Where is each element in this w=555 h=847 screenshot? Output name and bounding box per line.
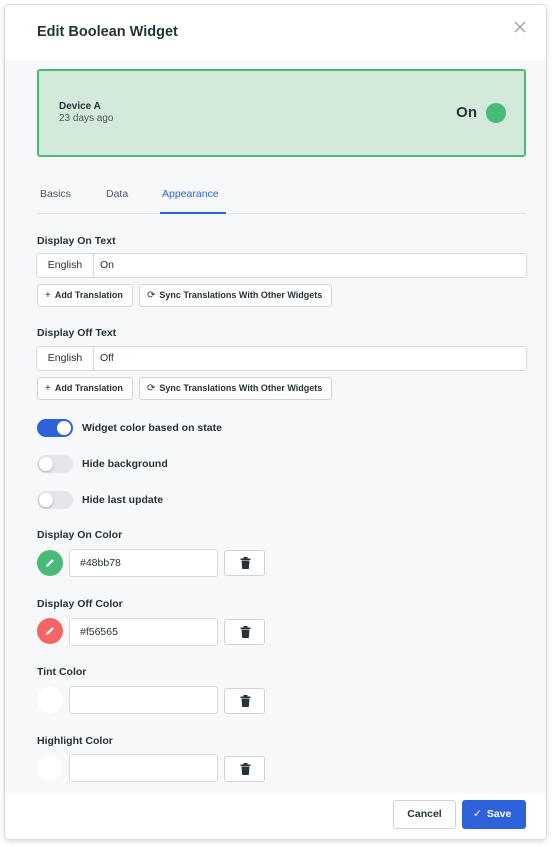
trash-icon [240,557,251,569]
off-sync-translations-button[interactable]: ⟳ Sync Translations With Other Widgets [139,377,332,400]
pencil-icon [46,627,54,635]
preview-device-name: Device A [59,101,101,112]
highlight-color-swatch[interactable] [37,755,63,781]
toggle-hide-last-update[interactable] [37,491,73,509]
trash-icon [240,695,251,707]
on-color-label: Display On Color [37,529,123,541]
toggle-hide-last-update-label: Hide last update [82,494,164,506]
toggle-knob [39,493,53,507]
toggle-hide-background[interactable] [37,455,73,473]
tab-data[interactable]: Data [106,188,128,200]
off-add-translation-button[interactable]: + Add Translation [37,377,133,400]
toggle-color-by-state[interactable] [37,419,73,437]
save-button[interactable]: ✓ Save [462,800,526,829]
tint-color-clear-button[interactable] [224,688,265,714]
on-sync-translations-button[interactable]: ⟳ Sync Translations With Other Widgets [139,284,332,307]
toggle-knob [57,421,71,435]
close-icon [514,21,526,33]
plus-icon: + [45,290,51,301]
off-text-value[interactable]: Off [100,347,114,370]
off-text-language[interactable]: English [37,347,94,370]
toggle-hide-background-label: Hide background [82,458,168,470]
dialog-header: Edit Boolean Widget [5,5,546,60]
on-add-translation-label: Add Translation [54,290,123,300]
dialog-body: Device A 23 days ago On Basics Data Appe… [5,60,546,794]
plus-icon: + [45,383,51,394]
trash-icon [240,763,251,775]
off-sync-translations-label: Sync Translations With Other Widgets [159,383,323,393]
off-color-label: Display Off Color [37,598,123,610]
on-text-value[interactable]: On [100,254,114,277]
trash-icon [240,626,251,638]
on-text-label: Display On Text [37,235,116,247]
on-color-input[interactable]: #48bb78 [69,549,218,577]
off-color-swatch[interactable] [37,618,63,644]
edit-widget-dialog: Edit Boolean Widget Device A 23 days ago… [5,5,546,839]
save-button-label: Save [486,808,512,820]
tint-color-input[interactable] [69,686,218,714]
cancel-button[interactable]: Cancel [393,800,456,829]
sync-icon: ⟳ [147,383,156,394]
tab-bar: Basics Data Appearance [37,176,526,214]
preview-state-text: On [456,104,477,121]
dialog-footer: Cancel ✓ Save [5,794,546,839]
on-add-translation-button[interactable]: + Add Translation [37,284,133,307]
toggle-knob [39,457,53,471]
toggle-color-by-state-label: Widget color based on state [82,422,222,434]
widget-preview: Device A 23 days ago On [37,69,526,157]
on-color-clear-button[interactable] [224,550,265,576]
close-button[interactable] [510,17,530,37]
pencil-icon [46,559,54,567]
check-icon: ✓ [473,808,482,820]
tint-color-label: Tint Color [37,666,87,678]
highlight-color-label: Highlight Color [37,735,113,747]
on-text-field[interactable]: English On [36,253,527,278]
highlight-color-input[interactable] [69,754,218,782]
on-sync-translations-label: Sync Translations With Other Widgets [159,290,323,300]
active-tab-indicator [160,212,226,214]
on-text-language[interactable]: English [37,254,94,277]
off-color-input[interactable]: #f56565 [69,618,218,646]
tint-color-swatch[interactable] [37,687,63,713]
preview-state-indicator [486,103,506,123]
tab-basics[interactable]: Basics [40,188,71,200]
preview-updated-time: 23 days ago [59,113,114,124]
on-color-swatch[interactable] [37,550,63,576]
highlight-color-clear-button[interactable] [224,756,265,782]
off-text-label: Display Off Text [37,327,117,339]
sync-icon: ⟳ [147,290,156,301]
off-add-translation-label: Add Translation [54,383,123,393]
dialog-title: Edit Boolean Widget [37,24,178,40]
tab-appearance[interactable]: Appearance [162,188,219,200]
off-color-clear-button[interactable] [224,619,265,645]
off-text-field[interactable]: English Off [36,346,527,371]
